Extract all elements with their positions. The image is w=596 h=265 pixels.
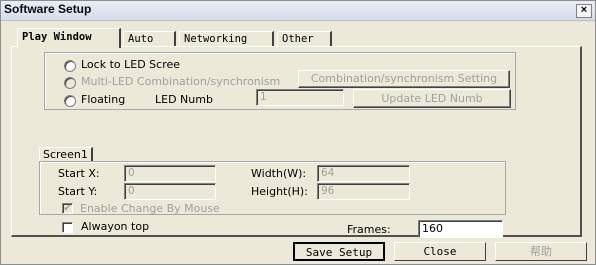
- window-title: Software Setup: [4, 2, 92, 16]
- frames-input[interactable]: 160: [418, 220, 503, 238]
- start-x-label: Start X:: [58, 167, 100, 180]
- update-led-numb-button[interactable]: Update LED Numb: [353, 89, 511, 108]
- start-y-label: Start Y:: [58, 185, 98, 198]
- start-y-input[interactable]: 0: [124, 183, 216, 200]
- height-label: Height(H):: [251, 185, 308, 198]
- help-button[interactable]: 帮助: [495, 242, 587, 261]
- tab-label: Other: [282, 33, 314, 45]
- title-bar[interactable]: Software Setup ×: [1, 1, 595, 21]
- close-button[interactable]: Close: [394, 242, 486, 261]
- software-setup-window: Software Setup × Play Window Auto Networ…: [0, 0, 596, 265]
- floating-label: Floating: [81, 93, 126, 106]
- led-numb-label: LED Numb: [155, 93, 213, 106]
- start-x-input[interactable]: 0: [124, 165, 216, 182]
- height-input[interactable]: 96: [317, 183, 410, 200]
- enable-change-by-mouse-label: Enable Change By Mouse: [80, 202, 220, 215]
- close-icon[interactable]: ×: [576, 4, 592, 18]
- subtab-label: Screen1: [43, 148, 88, 161]
- tab-auto[interactable]: Auto: [123, 31, 176, 46]
- lock-label: Lock to LED Scree: [81, 58, 181, 71]
- tab-other[interactable]: Other: [277, 31, 332, 46]
- tab-screen1[interactable]: Screen1: [39, 147, 93, 162]
- width-label: Width(W):: [251, 167, 307, 180]
- always-on-top-checkbox[interactable]: [62, 222, 73, 233]
- enable-change-by-mouse-checkbox[interactable]: ✔: [62, 203, 73, 214]
- multi-led-radio[interactable]: [64, 77, 76, 89]
- tab-play-window[interactable]: Play Window: [17, 28, 121, 48]
- tab-label: Networking: [184, 33, 248, 45]
- save-setup-button[interactable]: Save Setup: [293, 242, 385, 261]
- always-on-top-label: Alwayon top: [81, 220, 150, 233]
- frames-label: Frames:: [347, 223, 391, 236]
- multi-led-label: Multi-LED Combination/synchronism: [81, 75, 281, 88]
- check-mark-icon: ✔: [63, 203, 72, 214]
- led-numb-input[interactable]: 1: [256, 89, 344, 106]
- floating-radio[interactable]: [64, 95, 76, 107]
- combination-setting-button[interactable]: Combination/synchronism Setting: [298, 70, 510, 88]
- lock-radio[interactable]: [64, 60, 76, 72]
- tab-label: Play Window: [22, 31, 92, 43]
- width-input[interactable]: 64: [317, 165, 410, 182]
- tab-networking[interactable]: Networking: [179, 31, 274, 46]
- tab-label: Auto: [128, 33, 154, 45]
